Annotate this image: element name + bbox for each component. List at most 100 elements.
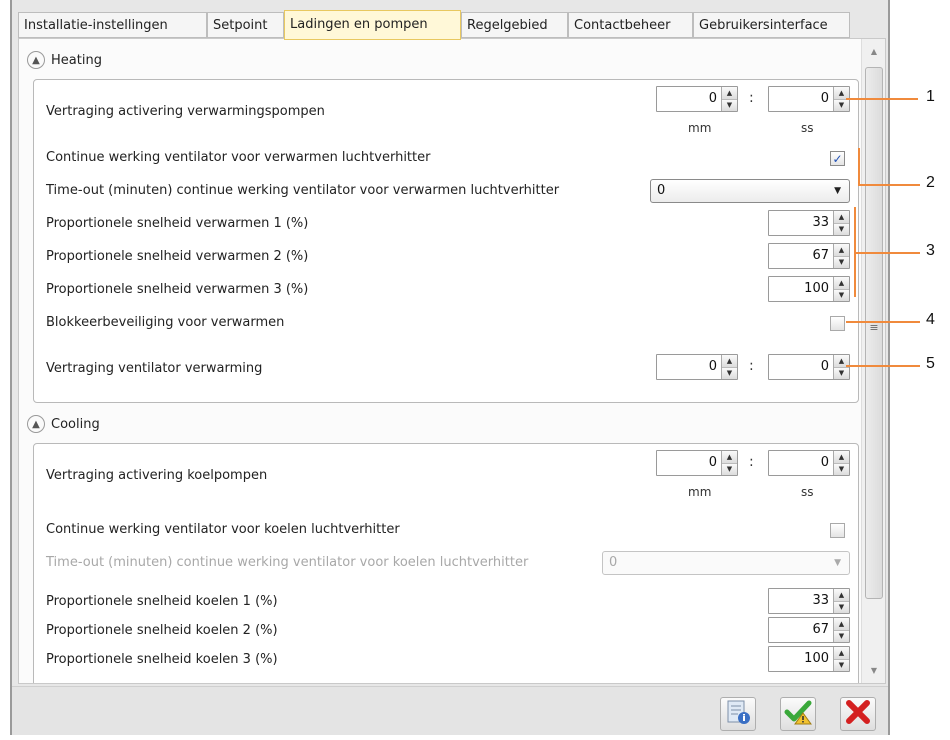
arrow-down-icon[interactable]: ▼ (834, 289, 849, 301)
callout-line-4 (846, 321, 920, 323)
scroll-down-icon[interactable]: ▼ (862, 666, 885, 675)
heating-fan-continuous-checkbox[interactable]: ✓ (830, 151, 845, 166)
heating-speed2-label: Proportionele snelheid verwarmen 2 (%) (46, 249, 309, 264)
tab-content: ▲ Heating Vertraging activering verwarmi… (18, 38, 886, 684)
arrow-down-icon[interactable]: ▼ (722, 99, 737, 111)
collapse-chevron-icon[interactable]: ▲ (27, 415, 45, 433)
cooling-speed2-stepper[interactable]: 67 ▲ ▼ (768, 617, 850, 643)
arrow-up-icon[interactable]: ▲ (834, 451, 849, 464)
cancel-button[interactable] (840, 697, 876, 731)
vertical-scrollbar[interactable]: ▲ ≡ ▼ (861, 39, 885, 683)
heating-speed1-stepper[interactable]: 33 ▲ ▼ (768, 210, 850, 236)
unit-ss: ss (801, 121, 814, 135)
heating-speed1-label: Proportionele snelheid verwarmen 1 (%) (46, 216, 309, 231)
scrollbar-thumb[interactable]: ≡ (865, 67, 883, 599)
cooling-pump-delay-ss-stepper[interactable]: 0 ▲ ▼ (768, 450, 850, 476)
time-separator: : (749, 454, 754, 470)
heating-speed3-stepper[interactable]: 100 ▲ ▼ (768, 276, 850, 302)
heating-fan-delay-mm-stepper[interactable]: 0 ▲ ▼ (656, 354, 738, 380)
heating-speed2-stepper[interactable]: 67 ▲ ▼ (768, 243, 850, 269)
tab-gebruikersinterface[interactable]: Gebruikersinterface (693, 12, 850, 38)
tab-installatie-instellingen[interactable]: Installatie-instellingen (18, 12, 207, 38)
cooling-fan-timeout-dropdown[interactable]: 0 ▼ (602, 551, 850, 575)
tab-setpoint[interactable]: Setpoint (207, 12, 284, 38)
heating-pump-delay-mm-stepper[interactable]: 0 ▲ ▼ (656, 86, 738, 112)
callout-line-1 (846, 98, 918, 100)
unit-ss: ss (801, 485, 814, 499)
arrow-up-icon[interactable]: ▲ (722, 355, 737, 368)
callout-line-5 (846, 365, 920, 367)
heating-pump-delay-label: Vertraging activering verwarmingspompen (46, 104, 325, 119)
dropdown-arrow-icon: ▼ (834, 558, 841, 568)
callout-number-5: 5 (926, 355, 935, 372)
unit-mm: mm (688, 121, 712, 135)
cooling-speed1-stepper[interactable]: 33 ▲ ▼ (768, 588, 850, 614)
callout-number-1: 1 (926, 88, 935, 105)
arrow-up-icon[interactable]: ▲ (722, 87, 737, 100)
time-separator: : (749, 358, 754, 374)
scroll-up-icon[interactable]: ▲ (862, 47, 885, 56)
heating-fan-delay-label: Vertraging ventilator verwarming (46, 361, 263, 376)
arrow-down-icon[interactable]: ▼ (834, 367, 849, 379)
arrow-down-icon[interactable]: ▼ (834, 659, 849, 671)
cooling-group: Vertraging activering koelpompen 0 ▲ ▼ : … (33, 443, 859, 683)
time-separator: : (749, 90, 754, 106)
arrow-up-icon[interactable]: ▲ (834, 244, 849, 257)
tab-contactbeheer[interactable]: Contactbeheer (568, 12, 693, 38)
dropdown-arrow-icon: ▼ (834, 186, 841, 196)
cooling-speed3-stepper[interactable]: 100 ▲ ▼ (768, 646, 850, 672)
arrow-up-icon[interactable]: ▲ (834, 618, 849, 631)
arrow-up-icon[interactable]: ▲ (834, 277, 849, 290)
heating-title: Heating (51, 52, 102, 68)
heating-fan-delay-ss-stepper[interactable]: 0 ▲ ▼ (768, 354, 850, 380)
footer-bar (12, 686, 888, 735)
arrow-up-icon[interactable]: ▲ (834, 589, 849, 602)
settings-window: Installatie-instellingen Setpoint Lading… (10, 0, 890, 735)
info-button[interactable] (720, 697, 756, 731)
arrow-up-icon[interactable]: ▲ (834, 211, 849, 224)
cooling-fan-timeout-label: Time-out (minuten) continue werking vent… (46, 555, 529, 570)
red-x-icon (845, 699, 871, 729)
tab-ladingen-en-pompen[interactable]: Ladingen en pompen (284, 10, 461, 40)
check-icon: ✓ (832, 151, 843, 166)
heating-group: Vertraging activering verwarmingspompen … (33, 79, 859, 403)
callout-number-2: 2 (926, 174, 935, 191)
arrow-up-icon[interactable]: ▲ (722, 451, 737, 464)
cooling-pump-delay-mm-stepper[interactable]: 0 ▲ ▼ (656, 450, 738, 476)
arrow-down-icon[interactable]: ▼ (834, 99, 849, 111)
heating-pump-delay-ss-stepper[interactable]: 0 ▲ ▼ (768, 86, 850, 112)
heating-fan-continuous-label: Continue werking ventilator voor verwarm… (46, 150, 431, 165)
arrow-down-icon[interactable]: ▼ (834, 630, 849, 642)
tab-regelgebied[interactable]: Regelgebied (461, 12, 568, 38)
apply-button[interactable] (780, 697, 816, 731)
heating-speed3-label: Proportionele snelheid verwarmen 3 (%) (46, 282, 309, 297)
callout-number-4: 4 (926, 311, 935, 328)
cooling-pump-delay-label: Vertraging activering koelpompen (46, 468, 268, 483)
cooling-speed2-label: Proportionele snelheid koelen 2 (%) (46, 623, 278, 638)
collapse-chevron-icon[interactable]: ▲ (27, 51, 45, 69)
heating-antiblock-label: Blokkeerbeveiliging voor verwarmen (46, 315, 285, 330)
cooling-fan-continuous-checkbox[interactable] (830, 523, 845, 538)
callout-line-2 (858, 184, 920, 186)
arrow-down-icon[interactable]: ▼ (834, 256, 849, 268)
cooling-section-header[interactable]: ▲ Cooling (27, 413, 100, 435)
callout-number-3: 3 (926, 242, 935, 259)
arrow-down-icon[interactable]: ▼ (834, 601, 849, 613)
cooling-speed1-label: Proportionele snelheid koelen 1 (%) (46, 594, 278, 609)
arrow-down-icon[interactable]: ▼ (722, 463, 737, 475)
arrow-down-icon[interactable]: ▼ (834, 463, 849, 475)
heating-fan-timeout-label: Time-out (minuten) continue werking vent… (46, 183, 560, 198)
heating-section-header[interactable]: ▲ Heating (27, 49, 102, 71)
arrow-down-icon[interactable]: ▼ (722, 367, 737, 379)
cooling-title: Cooling (51, 416, 100, 432)
arrow-up-icon[interactable]: ▲ (834, 647, 849, 660)
cooling-fan-continuous-label: Continue werking ventilator voor koelen … (46, 522, 400, 537)
arrow-down-icon[interactable]: ▼ (834, 223, 849, 235)
checkmark-warning-icon (784, 699, 812, 729)
heating-antiblock-checkbox[interactable] (830, 316, 845, 331)
heating-fan-timeout-dropdown[interactable]: 0 ▼ (650, 179, 850, 203)
unit-mm: mm (688, 485, 712, 499)
info-document-icon (725, 699, 751, 729)
cooling-speed3-label: Proportionele snelheid koelen 3 (%) (46, 652, 278, 667)
callout-bracket-2 (858, 148, 860, 184)
